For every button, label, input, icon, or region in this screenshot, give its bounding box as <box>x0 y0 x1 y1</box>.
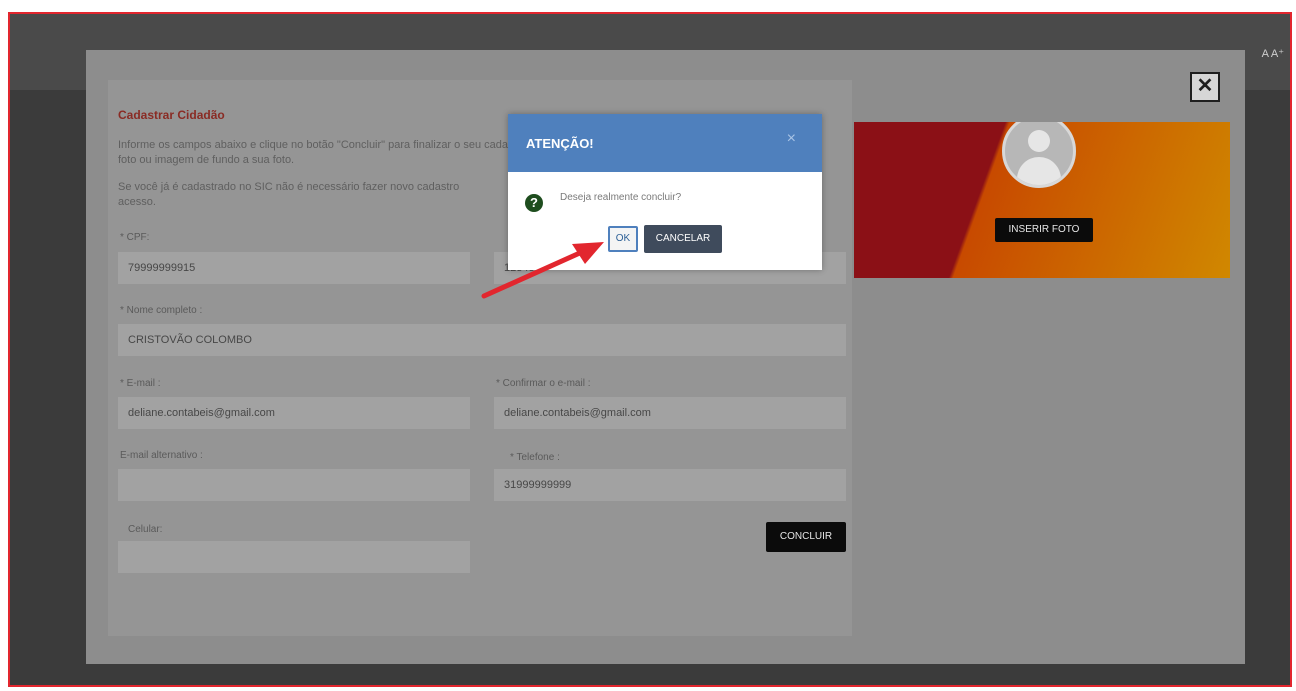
screenshot-frame: A A⁺ ✕ Cadastrar Cidadão Informe os camp… <box>8 12 1292 687</box>
annotation-arrow-icon <box>481 242 604 299</box>
